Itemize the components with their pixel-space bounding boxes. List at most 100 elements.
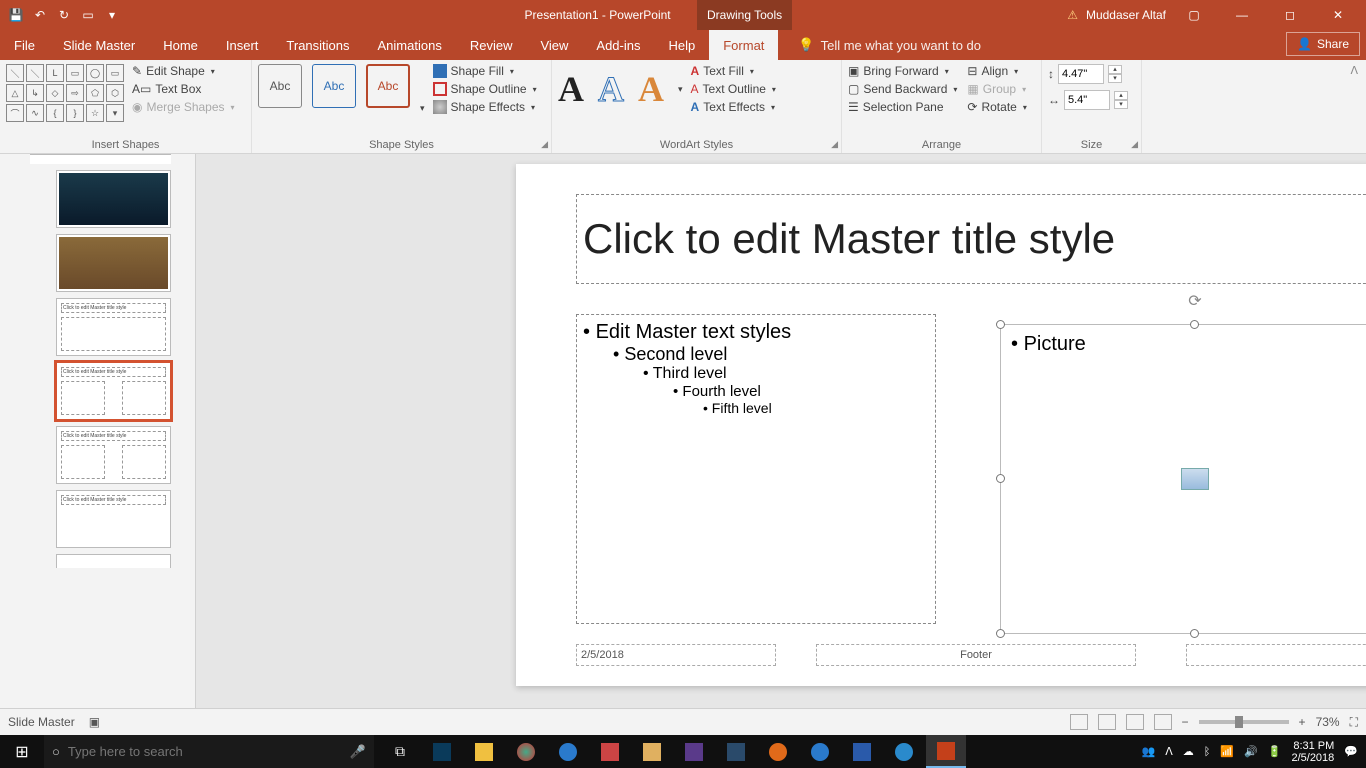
tab-file[interactable]: File	[0, 30, 49, 60]
dialog-launcher-icon[interactable]: ◢	[541, 139, 548, 150]
shape-curve-icon[interactable]: ∿	[26, 104, 44, 122]
rotate-handle-icon[interactable]: ⟳	[1188, 291, 1201, 311]
wordart-gallery[interactable]: A A A ▾	[558, 64, 683, 114]
onedrive-icon[interactable]: ☁	[1183, 745, 1194, 758]
picture-placeholder-icon[interactable]	[1181, 468, 1209, 490]
app-edge[interactable]	[800, 735, 840, 768]
resize-handle[interactable]	[996, 320, 1005, 329]
mic-icon[interactable]: 🎤	[350, 744, 366, 760]
shape-brace-icon[interactable]: }	[66, 104, 84, 122]
app-camera[interactable]	[884, 735, 924, 768]
spin-up-icon[interactable]: ▴	[1114, 91, 1128, 100]
slidenum-placeholder[interactable]: ‹#›	[1186, 644, 1366, 666]
shape-poly-icon[interactable]: ⬡	[106, 84, 124, 102]
app-photoshop[interactable]	[422, 735, 462, 768]
footer-placeholder[interactable]: Footer	[816, 644, 1136, 666]
shape-brace-icon[interactable]: {	[46, 104, 64, 122]
resize-handle[interactable]	[996, 474, 1005, 483]
zoom-in-icon[interactable]: +	[1299, 715, 1306, 729]
shape-effects-button[interactable]: Shape Effects▾	[433, 100, 537, 114]
thumbnail-layout[interactable]: Click to edit Master title style	[56, 298, 171, 356]
shape-style-swatch[interactable]: Abc	[258, 64, 302, 108]
wordart-swatch[interactable]: A	[638, 68, 664, 110]
collapse-ribbon-icon[interactable]: ᐱ	[1350, 64, 1358, 77]
shape-triangle-icon[interactable]: △	[6, 84, 24, 102]
date-placeholder[interactable]: 2/5/2018	[576, 644, 776, 666]
shape-style-gallery[interactable]: Abc Abc Abc ▾	[258, 64, 425, 114]
bring-forward-button[interactable]: ▣Bring Forward▾	[848, 64, 957, 78]
thumbnail-layout-selected[interactable]: Click to edit Master title style	[56, 362, 171, 420]
app-firefox[interactable]	[758, 735, 798, 768]
thumbnail-master[interactable]	[30, 154, 171, 164]
taskbar-clock[interactable]: 8:31 PM 2/5/2018	[1291, 740, 1334, 764]
spin-down-icon[interactable]: ▾	[1108, 74, 1122, 83]
normal-view-icon[interactable]	[1070, 714, 1088, 730]
tell-me-search[interactable]: 💡Tell me what you want to do	[798, 30, 981, 60]
app-paint[interactable]	[632, 735, 672, 768]
dialog-launcher-icon[interactable]: ◢	[1131, 139, 1138, 150]
gallery-more-icon[interactable]: ▾	[420, 103, 425, 114]
spin-down-icon[interactable]: ▾	[1114, 100, 1128, 109]
tab-home[interactable]: Home	[149, 30, 212, 60]
thumbnail-panel[interactable]: Click to edit Master title style Click t…	[0, 154, 196, 708]
shape-rect-icon[interactable]: ▭	[106, 64, 124, 82]
shape-arrow-icon[interactable]: ↳	[26, 84, 44, 102]
app-chrome[interactable]	[506, 735, 546, 768]
app-ie[interactable]	[548, 735, 588, 768]
width-field[interactable]: ↔▴▾	[1048, 90, 1135, 110]
app-explorer[interactable]	[464, 735, 504, 768]
tab-addins[interactable]: Add-ins	[582, 30, 654, 60]
minimize-icon[interactable]: —	[1222, 0, 1262, 30]
shape-line-icon[interactable]: ＼	[26, 64, 44, 82]
shape-style-swatch[interactable]: Abc	[366, 64, 410, 108]
undo-icon[interactable]: ↶	[32, 7, 48, 23]
tab-insert[interactable]: Insert	[212, 30, 273, 60]
tab-animations[interactable]: Animations	[364, 30, 456, 60]
shape-oval-icon[interactable]: ◯	[86, 64, 104, 82]
resize-handle[interactable]	[1190, 629, 1199, 638]
wordart-swatch[interactable]: A	[598, 68, 624, 110]
close-icon[interactable]: ✕	[1318, 0, 1358, 30]
shape-more-icon[interactable]: ▾	[106, 104, 124, 122]
wordart-swatch[interactable]: A	[558, 68, 584, 110]
tab-review[interactable]: Review	[456, 30, 527, 60]
shape-fill-button[interactable]: Shape Fill▾	[433, 64, 537, 78]
spin-up-icon[interactable]: ▴	[1108, 65, 1122, 74]
send-backward-button[interactable]: ▢Send Backward▾	[848, 82, 957, 96]
app-notes[interactable]	[674, 735, 714, 768]
app-filmora[interactable]	[716, 735, 756, 768]
rotate-button[interactable]: ⟳Rotate▾	[967, 100, 1026, 114]
battery-icon[interactable]: 🔋	[1268, 745, 1282, 758]
shape-line-icon[interactable]: L	[46, 64, 64, 82]
tray-up-icon[interactable]: ᐱ	[1165, 745, 1173, 758]
gallery-more-icon[interactable]: ▾	[678, 84, 683, 95]
width-input[interactable]	[1064, 90, 1110, 110]
tab-format[interactable]: Format	[709, 30, 778, 60]
align-button[interactable]: ⊟Align▾	[967, 64, 1026, 78]
start-button[interactable]: ⊞	[0, 742, 44, 762]
resize-handle[interactable]	[996, 629, 1005, 638]
shape-poly-icon[interactable]: ◇	[46, 84, 64, 102]
content-placeholder[interactable]: Edit Master text styles Second level Thi…	[576, 314, 936, 624]
thumbnail-layout[interactable]	[56, 170, 171, 228]
shape-poly-icon[interactable]: ⬠	[86, 84, 104, 102]
text-outline-button[interactable]: AText Outline▾	[691, 82, 776, 96]
task-view-icon[interactable]: ⧉	[380, 735, 420, 768]
save-icon[interactable]: 💾	[8, 7, 24, 23]
app-powerpoint[interactable]	[926, 735, 966, 768]
tab-help[interactable]: Help	[654, 30, 709, 60]
shape-curve-icon[interactable]: ⌒	[6, 104, 24, 122]
shape-outline-button[interactable]: Shape Outline▾	[433, 82, 537, 96]
thumbnail-layout[interactable]: Click to edit Master title style	[56, 426, 171, 484]
zoom-level[interactable]: 73%	[1316, 715, 1340, 729]
app-snip[interactable]	[590, 735, 630, 768]
thumbnail-layout[interactable]	[56, 554, 171, 568]
shape-line-icon[interactable]: ＼	[6, 64, 24, 82]
zoom-slider[interactable]	[1199, 720, 1289, 724]
thumbnail-layout[interactable]: Click to edit Master title style	[56, 490, 171, 548]
qat-more-icon[interactable]: ▾	[104, 7, 120, 23]
notes-icon[interactable]: ▣	[89, 715, 100, 729]
tab-transitions[interactable]: Transitions	[272, 30, 363, 60]
picture-placeholder-selected[interactable]: ⟳ • Picture	[1000, 324, 1366, 634]
bluetooth-icon[interactable]: ᛒ	[1204, 746, 1211, 758]
